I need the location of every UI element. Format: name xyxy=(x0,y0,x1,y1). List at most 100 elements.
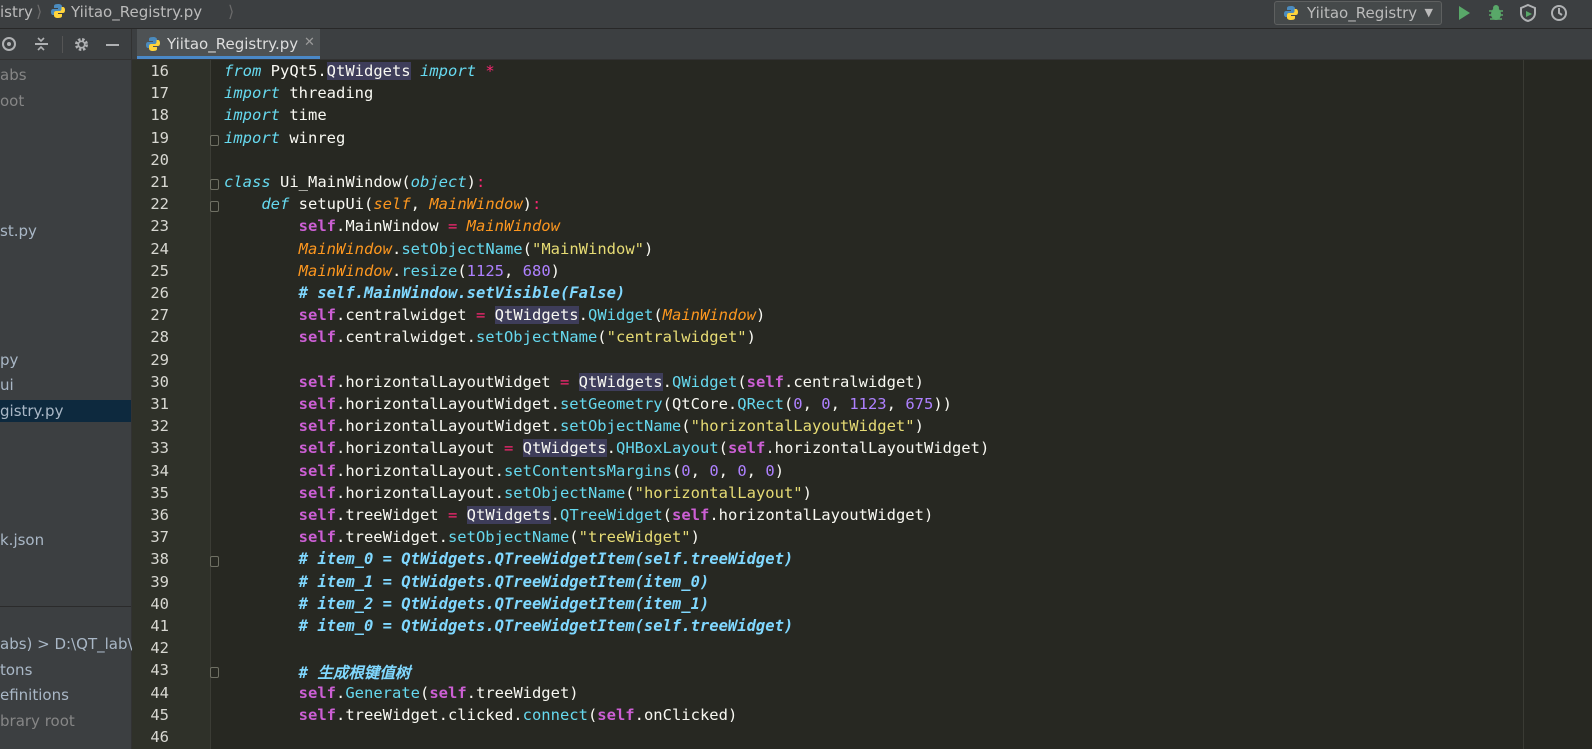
breadcrumb-separator-icon: ⟩ xyxy=(36,2,43,21)
code-line[interactable]: class Ui_MainWindow(object): xyxy=(224,173,485,191)
run-configuration-select[interactable]: Yiitao_Registry ▼ xyxy=(1274,1,1442,25)
code-line[interactable]: self.horizontalLayout = QtWidgets.QHBoxL… xyxy=(224,439,990,458)
tree-item[interactable]: py xyxy=(0,349,18,371)
code-line[interactable]: self.horizontalLayoutWidget.setGeometry(… xyxy=(224,395,952,413)
code-token: import xyxy=(224,106,280,125)
code-token: .treeWidget xyxy=(335,506,448,524)
coverage-icon[interactable] xyxy=(1518,3,1538,23)
gear-icon[interactable] xyxy=(73,36,90,53)
code-line[interactable]: self.centralwidget.setObjectName("centra… xyxy=(224,328,756,346)
code-line[interactable]: self.treeWidget.clicked.connect(self.onC… xyxy=(224,705,738,724)
code-token: .treeWidget.clicked. xyxy=(335,705,523,724)
code-line[interactable]: MainWindow.resize(1125, 680) xyxy=(224,262,560,280)
fold-marker-icon[interactable] xyxy=(210,556,219,568)
code-token: = xyxy=(503,439,514,458)
close-icon[interactable]: ✕ xyxy=(304,35,315,50)
code-token: PyQt5. xyxy=(261,62,327,80)
tree-item[interactable]: oot xyxy=(0,90,24,112)
code-token: ) xyxy=(746,328,756,347)
code-token: .horizontalLayoutWidget) xyxy=(709,506,934,524)
line-number: 17 xyxy=(150,84,169,103)
fold-marker-icon[interactable] xyxy=(210,201,219,213)
fold-marker-icon[interactable] xyxy=(210,667,219,679)
tree-item[interactable]: tons xyxy=(0,659,32,681)
code-token: self xyxy=(597,705,635,724)
line-number: 21 xyxy=(150,173,169,191)
code-line[interactable]: self.Generate(self.treeWidget) xyxy=(224,684,579,702)
code-line[interactable]: # 生成根键值树 xyxy=(224,661,411,683)
code-token: self xyxy=(373,195,411,214)
code-token: from xyxy=(224,62,262,80)
line-number: 42 xyxy=(150,639,169,658)
code-token: 680 xyxy=(522,261,551,280)
code-line[interactable]: self.MainWindow = MainWindow xyxy=(224,217,560,235)
code-token: .horizontalLayoutWidget xyxy=(335,372,560,391)
code-line[interactable]: # item_1 = QtWidgets.QTreeWidgetItem(ite… xyxy=(224,573,710,591)
code-line[interactable]: self.horizontalLayout.setObjectName("hor… xyxy=(224,484,812,502)
code-token: setObjectName xyxy=(401,239,523,258)
line-number: 33 xyxy=(150,439,169,458)
run-icon[interactable] xyxy=(1454,3,1474,23)
tree-item[interactable]: efinitions xyxy=(0,684,69,706)
collapse-all-icon[interactable] xyxy=(33,36,50,53)
fold-marker-icon[interactable] xyxy=(210,134,219,146)
code-token: "centralwidget" xyxy=(606,328,747,347)
breadcrumb-separator-icon: ⟩ xyxy=(228,2,235,21)
tree-item[interactable]: abs) > D:\QT_lab\L xyxy=(0,633,141,655)
breadcrumb-file[interactable]: Yiitao_Registry.py xyxy=(71,3,202,21)
code-line[interactable]: self.centralwidget = QtWidgets.QWidget(M… xyxy=(224,306,765,325)
code-token: import xyxy=(224,128,280,147)
code-line[interactable]: import threading xyxy=(224,84,373,102)
debug-icon[interactable] xyxy=(1486,3,1506,23)
line-number: 31 xyxy=(150,395,169,413)
code-line[interactable]: # item_0 = QtWidgets.QTreeWidgetItem(sel… xyxy=(224,550,794,568)
tree-item[interactable]: ui xyxy=(0,374,14,396)
code-line[interactable]: self.horizontalLayoutWidget = QtWidgets.… xyxy=(224,372,924,391)
code-token: .horizontalLayoutWidget) xyxy=(765,439,990,458)
navigation-bar: istry ⟩ Yiitao_Registry.py ⟩ Yiitao_Regi… xyxy=(0,0,1592,29)
breadcrumb-project[interactable]: istry xyxy=(0,3,33,21)
project-panel: abs oot st.py py ui gistry.py k.json abs… xyxy=(0,29,141,749)
line-number: 40 xyxy=(150,594,169,613)
code-line[interactable]: import time xyxy=(224,106,327,124)
code-editor[interactable]: 16 17 18 19 20 21 22 23 24 25 26 27 28 29 30 31 32 33 34 35… xyxy=(132,60,1592,749)
profile-icon[interactable] xyxy=(1550,3,1570,23)
code-line[interactable]: self.treeWidget.setObjectName("treeWidge… xyxy=(224,528,700,546)
locate-icon[interactable] xyxy=(1,36,18,53)
code-token: .horizontalLayout. xyxy=(335,461,504,480)
code-token: # item_0 = QtWidgets.QTreeWidgetItem(sel… xyxy=(298,617,794,635)
code-line[interactable]: from PyQt5.QtWidgets import * xyxy=(224,62,495,80)
tree-item-selected[interactable]: gistry.py xyxy=(0,400,131,422)
code-token: self xyxy=(298,328,336,347)
code-token: self xyxy=(298,372,336,391)
minimize-icon[interactable] xyxy=(104,36,121,53)
code-line[interactable]: # item_0 = QtWidgets.QTreeWidgetItem(sel… xyxy=(224,617,794,635)
code-line[interactable]: # self.MainWindow.setVisible(False) xyxy=(224,284,626,302)
tree-item[interactable]: abs xyxy=(0,64,27,86)
tree-item[interactable]: k.json xyxy=(0,529,44,551)
line-number: 39 xyxy=(150,572,169,591)
line-number: 45 xyxy=(150,705,169,724)
python-file-icon xyxy=(146,37,160,51)
fold-marker-icon[interactable] xyxy=(210,179,219,190)
line-number: 24 xyxy=(150,239,169,258)
code-line[interactable]: self.treeWidget = QtWidgets.QTreeWidget(… xyxy=(224,506,933,524)
code-line[interactable]: def setupUi(self, MainWindow): xyxy=(224,195,541,213)
tree-item[interactable]: brary root xyxy=(0,710,75,732)
code-line[interactable]: import winreg xyxy=(224,129,345,147)
code-token: .MainWindow xyxy=(335,217,448,236)
code-line[interactable]: MainWindow.setObjectName("MainWindow") xyxy=(224,239,654,258)
code-token: self xyxy=(298,217,336,236)
tree-item[interactable]: st.py xyxy=(0,220,37,242)
code-line[interactable]: self.horizontalLayout.setContentsMargins… xyxy=(224,462,784,480)
code-token: self xyxy=(298,461,336,480)
code-token: "MainWindow" xyxy=(532,239,644,258)
tab-yiitao-registry[interactable]: Yiitao_Registry.py ✕ xyxy=(137,29,320,59)
code-line[interactable]: self.horizontalLayoutWidget.setObjectNam… xyxy=(224,417,924,435)
code-line[interactable]: # item_2 = QtWidgets.QTreeWidgetItem(ite… xyxy=(224,595,710,613)
